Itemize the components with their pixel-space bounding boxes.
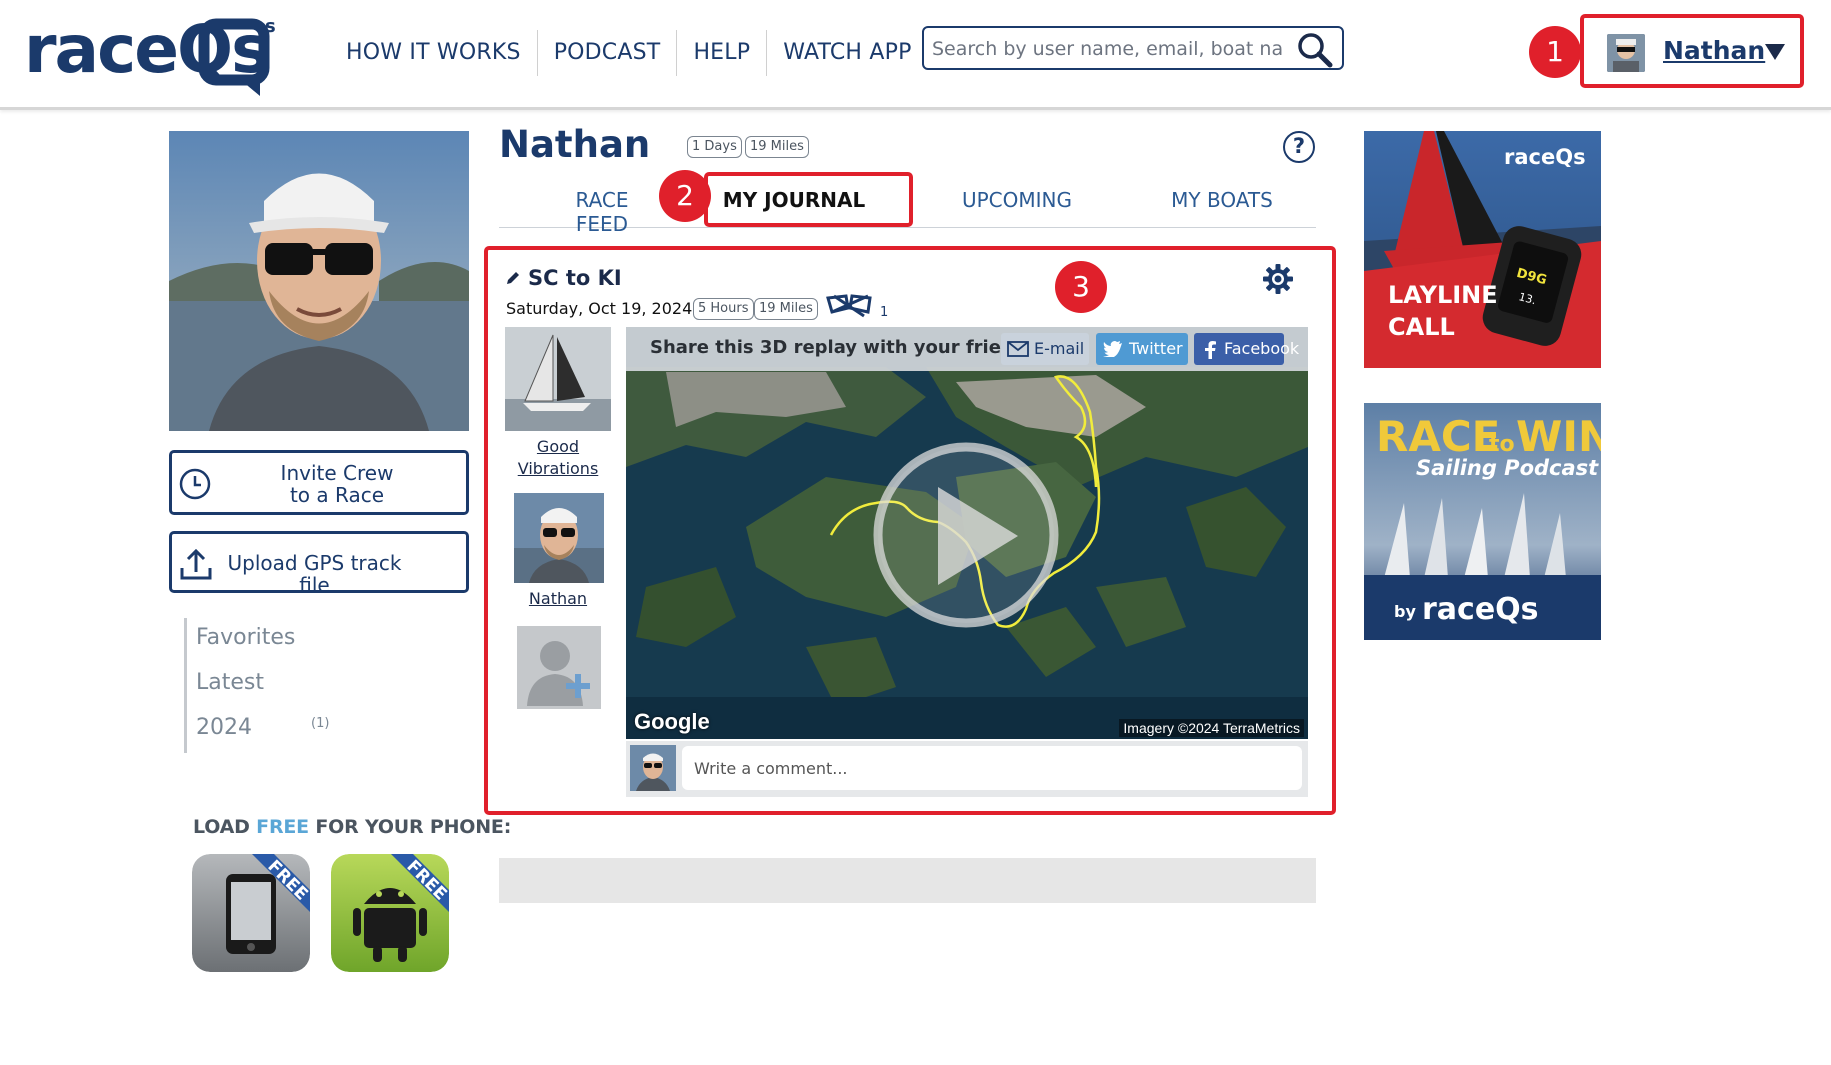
ad2-subtitle: Sailing Podcast [1416, 456, 1599, 480]
nav-podcast[interactable]: PODCAST [538, 30, 678, 76]
crew-member-name: Nathan [528, 589, 588, 608]
sidebar-item-count: (1) [311, 716, 330, 731]
main-nav: HOW IT WORKS PODCAST HELP WATCH APP [330, 28, 928, 78]
race-miles-badge: 19 Miles [754, 298, 818, 320]
load-free-heading: LOAD FREE FOR YOUR PHONE: [193, 816, 511, 838]
sidebar-item-label: Latest [196, 670, 264, 695]
boat-thumbnail[interactable] [505, 327, 611, 431]
load-prefix: LOAD [193, 816, 257, 838]
hours-badge: 5 Hours [693, 298, 754, 320]
ad2-brand: raceQs [1422, 592, 1539, 627]
map-imagery-credit: Imagery ©2024 TerraMetrics [1119, 719, 1304, 737]
nav-watch-app[interactable]: WATCH APP [767, 30, 927, 76]
ad2-title-to: to [1489, 432, 1515, 457]
crew-boat-line2: Vibrations [517, 459, 599, 478]
ad2-title-win: WIN [1516, 412, 1601, 461]
add-crew-icon[interactable] [517, 626, 601, 709]
upload-gps-button[interactable]: Upload GPS track file [169, 531, 469, 597]
share-facebook-label: Facebook [1224, 339, 1300, 358]
share-facebook-button[interactable]: Facebook [1194, 333, 1299, 365]
ad2-by: by [1394, 602, 1416, 621]
tab-upcoming[interactable]: UPCOMING [954, 188, 1080, 212]
user-name-link[interactable]: Nathan [1663, 36, 1765, 65]
gear-icon[interactable] [1262, 263, 1294, 295]
android-app-icon[interactable]: FREE [331, 854, 449, 972]
race-to-win-podcast-ad[interactable]: RACE to WIN Sailing Podcast by raceQs [1364, 403, 1601, 640]
race-flags-icon [826, 294, 872, 318]
comment-avatar [630, 745, 676, 791]
pencil-icon[interactable] [505, 270, 521, 286]
upload-icon [180, 548, 212, 580]
tab-race-feed[interactable]: RACE FEED [549, 188, 655, 236]
invite-crew-button[interactable]: Invite Crew to a Race [169, 450, 469, 515]
share-bar: Share this 3D replay with your friends: … [626, 327, 1308, 371]
nav-help[interactable]: HELP [677, 30, 768, 76]
annotation-box-journal-tab [704, 172, 913, 227]
crew-boat-link[interactable]: Good Vibrations [505, 436, 611, 480]
sidebar-item-label: Favorites [196, 625, 296, 650]
flags-count: 1 [880, 305, 889, 320]
days-badge: 1 Days [687, 136, 742, 158]
layline-call-ad[interactable]: D9G 13. raceQs LAYLINE CALL [1364, 131, 1601, 368]
share-twitter-button[interactable]: Twitter [1096, 333, 1188, 365]
load-free-word: FREE [256, 816, 309, 838]
chevron-down-icon[interactable] [1765, 44, 1785, 60]
upload-gps-label: Upload GPS track file [227, 551, 402, 597]
loading-placeholder-bar [499, 858, 1316, 903]
help-icon[interactable]: ? [1283, 131, 1315, 163]
share-email-label: E-mail [1034, 339, 1085, 358]
crew-member-link[interactable]: Nathan [505, 588, 611, 610]
ad1-brand: raceQs [1504, 145, 1586, 169]
user-avatar[interactable] [1607, 34, 1645, 72]
crew-boat-line1: Good [536, 437, 580, 456]
replay-map[interactable]: Share this 3D replay with your friends: … [626, 327, 1308, 739]
share-email-button[interactable]: E-mail [1001, 333, 1089, 365]
twitter-icon [1103, 341, 1122, 357]
sidebar-item-2024[interactable]: 2024 (1) [184, 708, 329, 753]
miles-badge: 19 Miles [745, 136, 809, 158]
ad2-title-race: RACE [1376, 412, 1500, 461]
tab-my-boats[interactable]: MY BOATS [1162, 188, 1282, 212]
comment-row [626, 741, 1308, 797]
profile-photo[interactable] [169, 131, 469, 431]
svg-text:s: s [265, 16, 276, 37]
facebook-icon [1205, 341, 1216, 359]
ios-app-icon[interactable]: FREE [192, 854, 310, 972]
invite-crew-line2: to a Race [289, 483, 385, 507]
email-icon [1007, 341, 1029, 357]
raceqs-logo[interactable]: raceQs s [24, 10, 284, 100]
search-icon[interactable] [1296, 32, 1334, 68]
share-twitter-label: Twitter [1129, 339, 1183, 358]
load-suffix: FOR YOUR PHONE: [308, 816, 512, 838]
sidebar-item-label: 2024 [196, 715, 252, 740]
journal-filter-links: Favorites Latest 2024 (1) [184, 618, 329, 753]
top-header: raceQs s HOW IT WORKS PODCAST HELP WATCH… [0, 0, 1831, 110]
race-date: Saturday, Oct 19, 2024 [506, 299, 693, 318]
invite-crew-line1: Invite Crew [280, 461, 394, 485]
search-input[interactable] [932, 34, 1282, 64]
comment-input[interactable] [682, 746, 1302, 790]
page-title: Nathan [499, 123, 651, 166]
nav-how-it-works[interactable]: HOW IT WORKS [330, 30, 538, 76]
annotation-badge-3: 3 [1055, 261, 1107, 313]
clock-icon [179, 468, 211, 500]
search-box [922, 26, 1344, 70]
ad1-line1: LAYLINE [1388, 281, 1498, 309]
sidebar-item-favorites[interactable]: Favorites [184, 618, 295, 663]
race-title[interactable]: SC to KI [528, 266, 622, 290]
share-text: Share this 3D replay with your friends: [650, 337, 1045, 358]
satellite-map [626, 327, 1308, 739]
annotation-badge-1: 1 [1529, 26, 1581, 78]
sidebar-item-latest[interactable]: Latest [184, 663, 295, 708]
map-google-logo: Google [634, 709, 710, 734]
ad1-line2: CALL [1388, 313, 1455, 341]
crew-avatar[interactable] [514, 493, 604, 583]
